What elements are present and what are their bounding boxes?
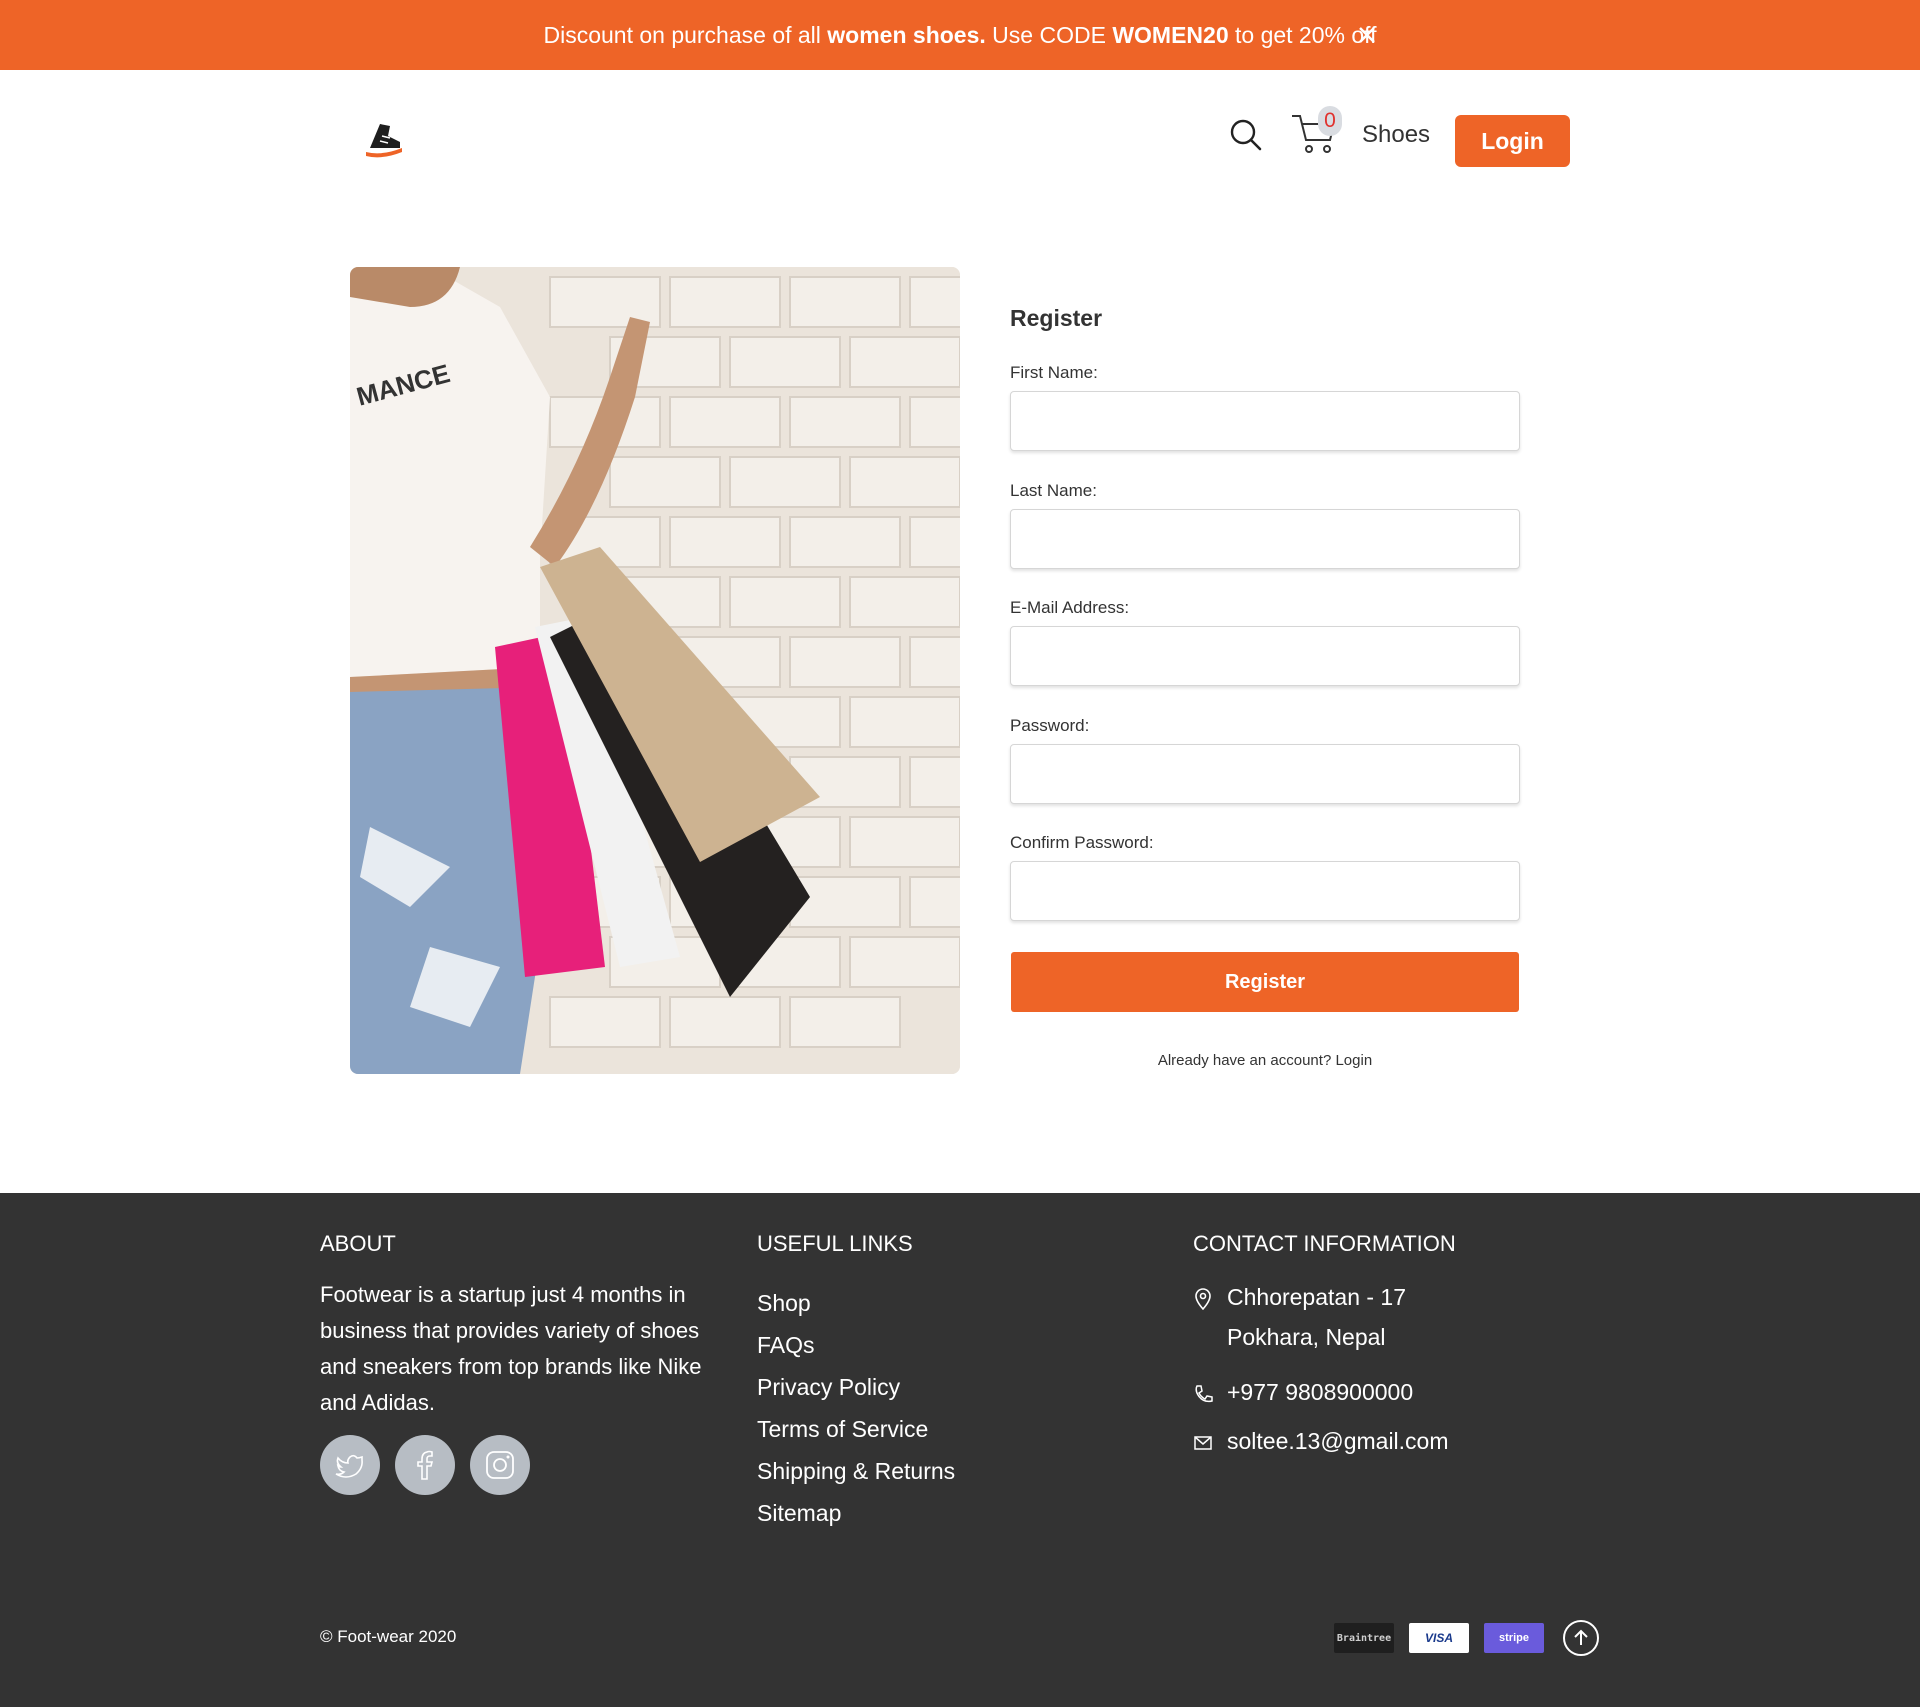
visa-badge: VISA <box>1409 1623 1469 1653</box>
promo-text-part: Use CODE <box>985 21 1113 48</box>
nav-link-shoes[interactable]: Shoes <box>1362 121 1430 149</box>
location-pin-icon <box>1195 1288 1211 1310</box>
last-name-label: Last Name: <box>1010 481 1097 500</box>
promo-code: WOMEN20 <box>1112 21 1229 48</box>
confirm-password-label: Confirm Password: <box>1010 833 1154 852</box>
phone-number[interactable]: +977 9808900000 <box>1227 1372 1413 1412</box>
cart-count-badge: 0 <box>1318 106 1342 136</box>
footer-link-faqs[interactable]: FAQs <box>757 1332 955 1374</box>
mail-icon <box>1194 1436 1212 1450</box>
twitter-icon[interactable] <box>320 1435 380 1495</box>
promo-text-part: Discount on purchase of all <box>543 21 828 48</box>
contact-phone: +977 9808900000 <box>1193 1379 1413 1412</box>
email-label: E-Mail Address: <box>1010 598 1130 617</box>
promo-highlight: women shoes. <box>827 21 986 48</box>
login-link[interactable]: Login <box>1335 1052 1372 1069</box>
register-button[interactable]: Register <box>1011 952 1519 1012</box>
confirm-password-field[interactable] <box>1010 861 1520 921</box>
braintree-badge: Braintree <box>1334 1623 1394 1653</box>
promo-text: Discount on purchase of all women shoes.… <box>543 22 1376 49</box>
sneaker-logo-icon[interactable] <box>360 114 408 162</box>
password-field[interactable] <box>1010 744 1520 804</box>
about-text: Footwear is a startup just 4 months in b… <box>320 1282 702 1415</box>
search-icon[interactable] <box>1229 118 1263 152</box>
login-prompt-text: Already have an account? <box>1157 1052 1332 1069</box>
footer-link-shipping[interactable]: Shipping & Returns <box>757 1458 955 1500</box>
phone-icon <box>1195 1385 1213 1403</box>
useful-links: Shop FAQs Privacy Policy Terms of Servic… <box>757 1290 955 1542</box>
last-name-field[interactable] <box>1010 509 1520 569</box>
contact-address: Chhorepatan - 17 Pokhara, Nepal <box>1193 1284 1406 1357</box>
copyright: © Foot-wear 2020 <box>320 1627 457 1646</box>
first-name-field[interactable] <box>1010 391 1520 451</box>
stripe-badge: stripe <box>1484 1623 1544 1653</box>
contact-heading: CONTACT INFORMATION <box>1193 1231 1456 1256</box>
form-title: Register <box>1010 305 1103 331</box>
promo-banner: Discount on purchase of all women shoes.… <box>0 0 1920 70</box>
links-heading: USEFUL LINKS <box>757 1231 913 1256</box>
footer-link-terms[interactable]: Terms of Service <box>757 1416 955 1458</box>
hero-image: MANCE <box>350 267 960 1074</box>
email-field[interactable] <box>1010 626 1520 686</box>
about-heading: ABOUT <box>320 1231 396 1256</box>
footer-link-privacy[interactable]: Privacy Policy <box>757 1374 955 1416</box>
close-icon[interactable] <box>1352 20 1382 50</box>
address-line-1: Chhorepatan - 17 <box>1227 1284 1407 1310</box>
password-label: Password: <box>1010 716 1090 735</box>
login-button[interactable]: Login <box>1455 115 1570 167</box>
first-name-label: First Name: <box>1010 363 1098 382</box>
instagram-icon[interactable] <box>470 1435 530 1495</box>
arrow-up-icon <box>1574 1629 1588 1645</box>
footer-link-shop[interactable]: Shop <box>757 1290 955 1332</box>
login-prompt: Already have an account? Login <box>1010 1052 1520 1069</box>
contact-email: soltee.13@gmail.com <box>1193 1428 1449 1461</box>
email-address[interactable]: soltee.13@gmail.com <box>1227 1421 1449 1461</box>
facebook-icon[interactable] <box>395 1435 455 1495</box>
back-to-top-button[interactable] <box>1563 1620 1599 1656</box>
address-line-2: Pokhara, Nepal <box>1227 1324 1386 1350</box>
footer: ABOUT Footwear is a startup just 4 month… <box>0 1193 1920 1707</box>
footer-link-sitemap[interactable]: Sitemap <box>757 1500 955 1542</box>
